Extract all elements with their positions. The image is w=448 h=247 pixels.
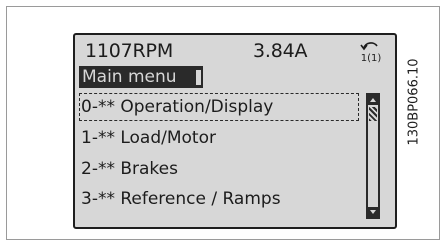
scroll-thumb[interactable]	[369, 107, 377, 121]
setup-selection-icon: 1(1)	[360, 42, 382, 64]
menu-item-load-motor[interactable]: 1-** Load/Motor	[81, 130, 216, 147]
menu-item-brakes[interactable]: 2-** Brakes	[81, 161, 178, 178]
scroll-down-arrow-icon[interactable]	[368, 207, 378, 217]
setup-indicator-label: 1(1)	[361, 53, 382, 64]
scrollbar[interactable]	[366, 93, 380, 219]
figure-code-label: 130BP066.10	[406, 58, 422, 146]
title-bar: Main menu	[79, 66, 203, 88]
lcd-display: 1107RPM 3.84A 1(1) Main menu 0-** Operat…	[73, 33, 397, 229]
speed-readout: 1107RPM	[85, 40, 174, 62]
text-cursor	[196, 70, 201, 85]
current-readout: 3.84A	[253, 40, 308, 62]
menu-title: Main menu	[82, 67, 177, 87]
figure-frame: 1107RPM 3.84A 1(1) Main menu 0-** Operat…	[6, 6, 440, 240]
scroll-up-arrow-icon[interactable]	[368, 95, 378, 105]
menu-item-reference-ramps[interactable]: 3-** Reference / Ramps	[81, 191, 281, 208]
menu-item-operation-display[interactable]: 0-** Operation/Display	[81, 99, 273, 116]
figure-code: 130BP066.10	[405, 41, 423, 163]
